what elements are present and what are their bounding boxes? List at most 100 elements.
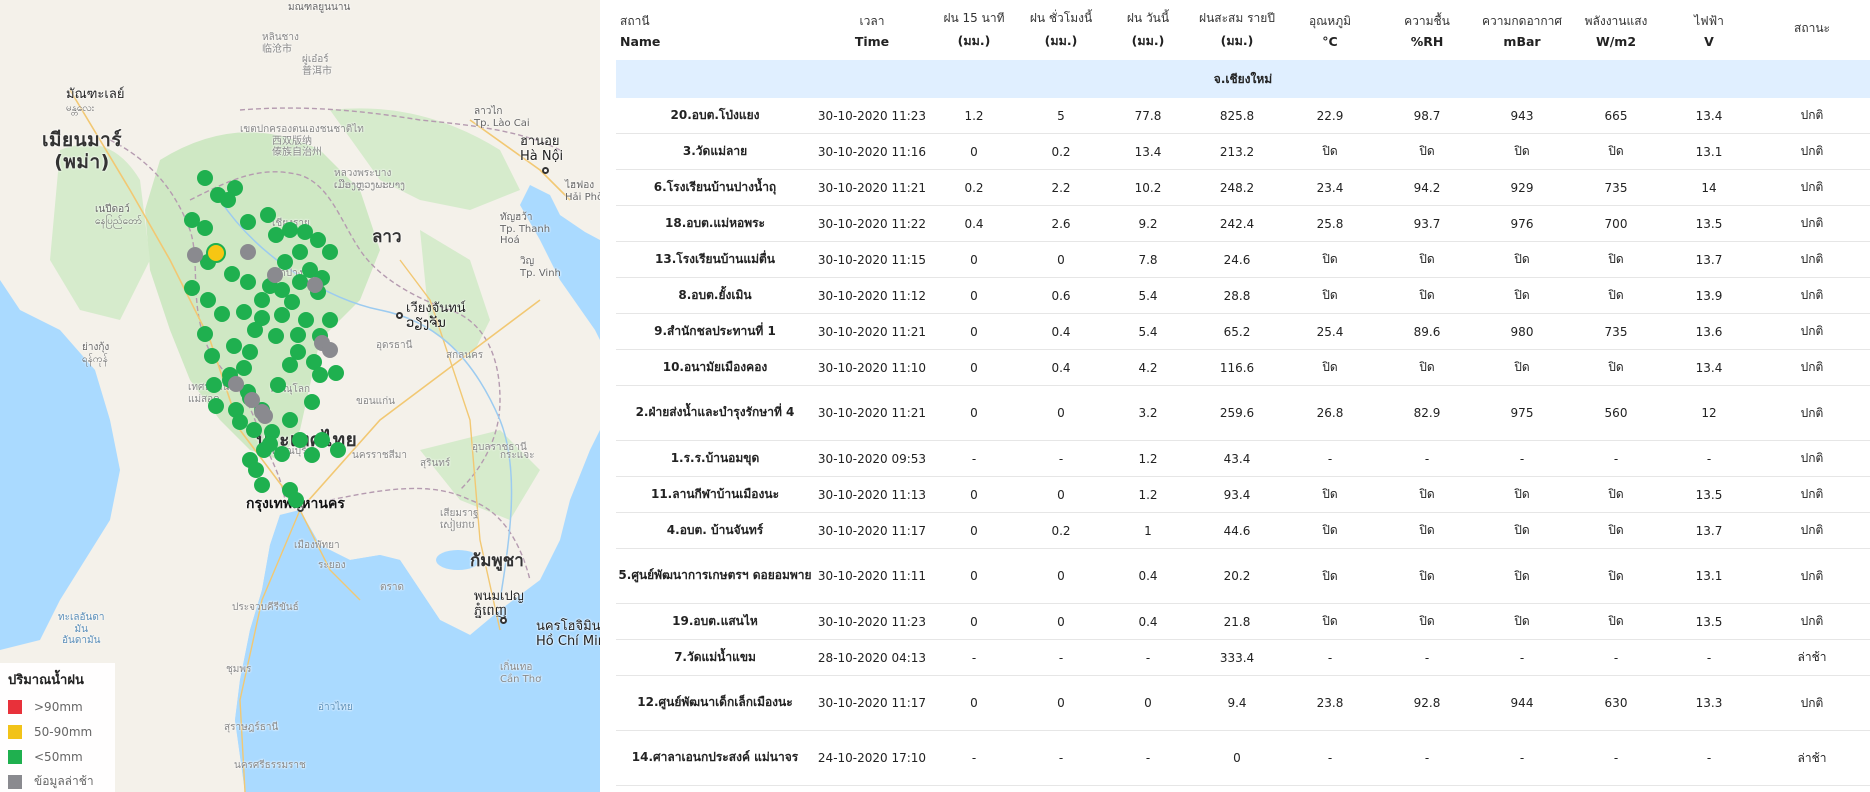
station-marker-yellow[interactable]: [206, 243, 226, 263]
station-name-link[interactable]: 18.อบต.แม่หอพระ: [616, 205, 814, 242]
station-marker-green[interactable]: [220, 192, 236, 208]
station-name-link[interactable]: 19.อบต.แสนไห: [616, 603, 814, 640]
city-marker-hanoi: [542, 167, 549, 174]
station-name-link[interactable]: 8.อบต.ยั้งเมิน: [616, 277, 814, 314]
station-marker-gray[interactable]: [307, 277, 323, 293]
rain-yearly-cell: 333.4: [1192, 639, 1282, 676]
station-marker-green[interactable]: [330, 442, 346, 458]
map-label-vinh: วิญ Tp. Vinh: [520, 256, 561, 279]
station-marker-green[interactable]: [270, 377, 286, 393]
station-marker-green[interactable]: [290, 327, 306, 343]
station-name-link[interactable]: 20.อบต.โป่งแยง: [616, 98, 814, 134]
station-marker-green[interactable]: [208, 398, 224, 414]
station-marker-green[interactable]: [240, 214, 256, 230]
station-name-link[interactable]: 6.โรงเรียนบ้านปางน้ำถุ: [616, 169, 814, 206]
map-label-sakon: สกลนคร: [446, 350, 484, 361]
station-marker-green[interactable]: [242, 344, 258, 360]
station-marker-green[interactable]: [304, 447, 320, 463]
station-marker-green[interactable]: [214, 306, 230, 322]
station-name-link[interactable]: 12.ศูนย์พัฒนาเด็กเล็กเมืองนะ: [616, 675, 814, 731]
pressure-cell: -: [1476, 730, 1568, 786]
station-name-link[interactable]: 7.วัดแม่น้ำแขม: [616, 639, 814, 676]
station-marker-green[interactable]: [328, 365, 344, 381]
station-marker-green[interactable]: [224, 266, 240, 282]
station-marker-green[interactable]: [274, 307, 290, 323]
rain-hour-cell: -: [1018, 730, 1104, 786]
station-name-link[interactable]: 2.ฝ่ายส่งน้ำและบำรุงรักษาที่ 4: [616, 385, 814, 441]
status-cell: ปกติ: [1754, 241, 1870, 278]
station-marker-green[interactable]: [236, 360, 252, 376]
station-marker-green[interactable]: [254, 292, 270, 308]
station-marker-green[interactable]: [197, 220, 213, 236]
station-marker-green[interactable]: [206, 377, 222, 393]
station-marker-green[interactable]: [282, 412, 298, 428]
station-marker-green[interactable]: [322, 312, 338, 328]
station-name-link[interactable]: 11.ลานกีฬาบ้านเมืองนะ: [616, 476, 814, 513]
station-name-link[interactable]: 3.วัดแม่ลาย: [616, 133, 814, 170]
legend-swatch-red: [8, 699, 22, 714]
station-marker-green[interactable]: [282, 222, 298, 238]
solar-cell: -: [1568, 730, 1664, 786]
rain-yearly-cell: 21.8: [1192, 603, 1282, 640]
station-marker-green[interactable]: [254, 477, 270, 493]
time-cell: 30-10-2020 11:22: [814, 205, 930, 242]
station-marker-green[interactable]: [184, 280, 200, 296]
rain-hour-cell: 5: [1018, 98, 1104, 134]
station-marker-green[interactable]: [292, 244, 308, 260]
map-label-thanhhoa: ทัญฮว้า Tp. Thanh Hoá: [500, 212, 551, 246]
station-marker-gray[interactable]: [322, 342, 338, 358]
station-marker-gray[interactable]: [187, 247, 203, 263]
station-marker-gray[interactable]: [240, 244, 256, 260]
header-rain-yearly: ฝนสะสม รายปี (มม.): [1199, 11, 1275, 48]
rain-15min-cell: 0: [930, 548, 1018, 604]
station-marker-green[interactable]: [204, 348, 220, 364]
temperature-cell: ปิด: [1282, 133, 1378, 170]
station-marker-green[interactable]: [200, 292, 216, 308]
station-marker-green[interactable]: [197, 170, 213, 186]
station-marker-green[interactable]: [197, 326, 213, 342]
station-marker-green[interactable]: [226, 338, 242, 354]
station-marker-green[interactable]: [240, 274, 256, 290]
pressure-cell: 943: [1476, 98, 1568, 134]
station-marker-green[interactable]: [246, 422, 262, 438]
map-label-prachuap: ประจวบคีรีขันธ์: [232, 602, 299, 613]
station-marker-green[interactable]: [260, 207, 276, 223]
station-name-link[interactable]: 4.อบต. บ้านจันทร์: [616, 512, 814, 549]
header-temperature: อุณหภูมิ °C: [1308, 13, 1352, 49]
station-marker-green[interactable]: [236, 304, 252, 320]
map-label-hcmc: นครโฮจิมินห์Hồ Chí Minh: [536, 619, 600, 649]
station-name-link[interactable]: 10.อนามัยเมืองคอง: [616, 349, 814, 386]
station-marker-gray[interactable]: [257, 408, 273, 424]
station-name-link[interactable]: 9.สำนักชลประทานที่ 1: [616, 313, 814, 350]
station-marker-green[interactable]: [290, 344, 306, 360]
table-row: 6.โรงเรียนบ้านปางน้ำถุ 30-10-2020 11:21 0.…: [616, 169, 1870, 206]
table-row: 13.โรงเรียนบ้านแม่ตื่น 30-10-2020 11:15 0 0…: [616, 241, 1870, 278]
station-marker-gray[interactable]: [267, 267, 283, 283]
station-marker-green[interactable]: [292, 432, 308, 448]
rain-15min-cell: 0: [930, 512, 1018, 549]
station-name-link[interactable]: 1.ร.ร.บ้านอมขุด: [616, 440, 814, 477]
station-marker-green[interactable]: [292, 274, 308, 290]
humidity-cell: ปิด: [1378, 548, 1476, 604]
humidity-cell: 93.7: [1378, 205, 1476, 242]
station-marker-green[interactable]: [312, 367, 328, 383]
station-marker-gray[interactable]: [228, 376, 244, 392]
station-name-link[interactable]: 5.ศูนย์พัฒนาการเกษตรฯ ดอยอมพาย: [616, 548, 814, 604]
station-name-link[interactable]: 13.โรงเรียนบ้านแม่ตื่น: [616, 241, 814, 278]
header-rain-15min: ฝน 15 นาที (มม.): [943, 11, 1005, 48]
station-marker-green[interactable]: [298, 312, 314, 328]
station-name-link[interactable]: 14.ศาลาเอนกประสงค์ แม่นาจร: [616, 730, 814, 786]
station-marker-green[interactable]: [314, 432, 330, 448]
station-marker-green[interactable]: [288, 492, 304, 508]
station-marker-green[interactable]: [304, 394, 320, 410]
station-marker-green[interactable]: [247, 322, 263, 338]
rain-map[interactable]: มณฑลยูนนาน หลินชาง 临沧市 ผู่เอ๋อร์ 普洱市 มัณฑะ…: [0, 0, 600, 792]
station-marker-green[interactable]: [274, 446, 290, 462]
temperature-cell: ปิด: [1282, 512, 1378, 549]
station-marker-green[interactable]: [322, 244, 338, 260]
rain-today-cell: 3.2: [1104, 385, 1192, 441]
map-label-udonthani: อุดรธานี: [376, 340, 413, 351]
station-marker-green[interactable]: [248, 462, 264, 478]
station-table-panel[interactable]: สถานี Name เวลา Time ฝน 15 นาที (มม.) ฝน ชั…: [616, 0, 1870, 792]
station-marker-green[interactable]: [268, 328, 284, 344]
